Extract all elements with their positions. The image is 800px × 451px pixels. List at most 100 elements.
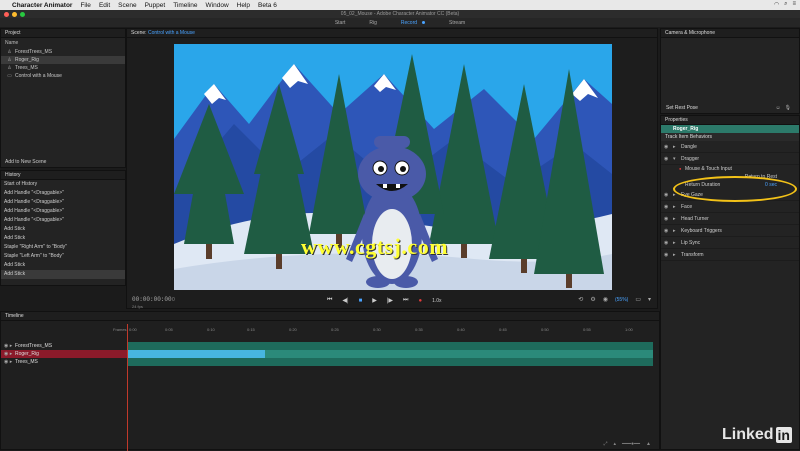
timeline-track[interactable]: ◉ ▸ Trees_MS bbox=[1, 358, 127, 366]
loop-icon[interactable]: ⟲ bbox=[578, 296, 583, 303]
preview-icon[interactable]: ◉ bbox=[603, 296, 608, 303]
project-item[interactable]: ▭ Control with a Mouse bbox=[1, 72, 125, 80]
eye-icon[interactable]: ◉ bbox=[664, 189, 668, 201]
behavior-transform[interactable]: ◉ ▸ Transform bbox=[661, 249, 799, 261]
playhead[interactable] bbox=[127, 324, 128, 451]
history-item[interactable]: Start of History bbox=[1, 180, 125, 189]
eye-icon[interactable]: ◉ ▸ bbox=[4, 358, 12, 366]
search-icon[interactable]: ⌕ bbox=[784, 1, 787, 8]
history-item[interactable]: Add Stick bbox=[1, 225, 125, 234]
project-name-column[interactable]: Name bbox=[1, 38, 125, 48]
add-to-new-scene-button[interactable]: Add to New Scene bbox=[5, 159, 46, 165]
history-item[interactable]: Add Stick bbox=[1, 270, 125, 279]
menu-beta[interactable]: Beta 6 bbox=[258, 2, 277, 9]
playback-speed[interactable]: 1.0x bbox=[432, 298, 441, 304]
timecode[interactable]: 00:00:00:00 bbox=[132, 296, 172, 303]
wifi-icon[interactable]: ◠ bbox=[774, 1, 779, 8]
eye-icon[interactable]: ◉ bbox=[664, 213, 668, 225]
chevron-right-icon[interactable]: ▸ bbox=[673, 141, 676, 153]
menu-file[interactable]: File bbox=[80, 2, 90, 9]
history-item[interactable]: Staple "Left Arm" to "Body" bbox=[1, 252, 125, 261]
set-rest-pose-button[interactable]: Set Rest Pose bbox=[666, 105, 698, 111]
eye-icon[interactable]: ◉ ▸ bbox=[4, 350, 12, 358]
eye-icon[interactable]: ◉ bbox=[664, 249, 668, 261]
eye-icon[interactable]: ◉ ▸ bbox=[4, 342, 12, 350]
chevron-right-icon[interactable]: ▸ bbox=[673, 225, 676, 237]
stop-icon[interactable]: ■ bbox=[359, 298, 363, 304]
chevron-right-icon[interactable]: ▸ bbox=[673, 213, 676, 225]
chevron-right-icon[interactable]: ▸ bbox=[673, 249, 676, 261]
tree-trunk bbox=[566, 274, 572, 288]
timeline-ruler[interactable]: Frames 0:00 0:05 0:10 0:15 0:20 0:25 0:3… bbox=[113, 324, 653, 336]
behavior-dragger[interactable]: ◉ ▾ Dragger bbox=[661, 153, 799, 165]
close-window-icon[interactable] bbox=[4, 11, 9, 17]
track-bar[interactable] bbox=[265, 350, 653, 358]
list-icon[interactable]: ≡ bbox=[792, 1, 796, 8]
timeline-track[interactable]: ◉ ▸ ForestTrees_MS bbox=[1, 342, 127, 350]
history-item[interactable]: Add Stick bbox=[1, 261, 125, 270]
track-bar-selected[interactable] bbox=[127, 350, 265, 358]
dropdown-arrow-icon[interactable]: ▾ bbox=[648, 296, 651, 303]
eye-icon[interactable]: ◉ bbox=[664, 141, 668, 153]
history-item[interactable]: Staple "Right Arm" to "Body" bbox=[1, 243, 125, 252]
go-to-end-icon[interactable]: ⏭ bbox=[403, 297, 408, 304]
eye-icon[interactable]: ◉ bbox=[664, 237, 668, 249]
step-forward-icon[interactable]: |▶ bbox=[387, 297, 393, 304]
linkedin-logo-in: in bbox=[775, 427, 792, 443]
mode-start[interactable]: Start bbox=[323, 20, 358, 26]
menu-window[interactable]: Window bbox=[206, 2, 229, 9]
timeline-panel: Timeline Frames 0:00 0:05 0:10 0:15 0:20… bbox=[0, 311, 660, 451]
zoom-window-icon[interactable] bbox=[20, 11, 25, 17]
mode-record[interactable]: Record bbox=[389, 20, 437, 26]
track-bar[interactable] bbox=[127, 342, 653, 350]
go-to-start-icon[interactable]: ⏮ bbox=[327, 297, 332, 304]
history-item[interactable]: Add Stick bbox=[1, 234, 125, 243]
behavior-face[interactable]: ◉ ▸ Face bbox=[661, 201, 799, 213]
fit-icon[interactable]: ⤢ bbox=[603, 441, 607, 447]
history-item[interactable]: Add Handle "<Draggable>" bbox=[1, 198, 125, 207]
menu-edit[interactable]: Edit bbox=[99, 2, 110, 9]
camera-icon[interactable]: ☺ bbox=[776, 105, 781, 111]
zoom-in-icon[interactable]: ▲ bbox=[646, 441, 651, 447]
zoom-out-icon[interactable]: ▴ bbox=[613, 441, 616, 447]
track-item-behaviors-header[interactable]: Track Item Behaviors bbox=[661, 133, 799, 141]
menu-app[interactable]: Character Animator bbox=[12, 2, 72, 9]
behavior-dangle[interactable]: ◉ ▸ Dangle bbox=[661, 141, 799, 153]
project-item[interactable]: ♙ Roger_Rig bbox=[1, 56, 125, 64]
timeline-track[interactable]: ◉ ▸ Roger_Rig bbox=[1, 350, 127, 358]
history-item[interactable]: Add Handle "<Draggable>" bbox=[1, 189, 125, 198]
zoom-level[interactable]: (55%) bbox=[615, 297, 628, 303]
behavior-lip-sync[interactable]: ◉ ▸ Lip Sync bbox=[661, 237, 799, 249]
menu-scene[interactable]: Scene bbox=[118, 2, 136, 9]
play-icon[interactable]: ▶ bbox=[372, 297, 377, 304]
puppet-left-foot bbox=[366, 276, 390, 288]
rig-name-bar[interactable]: Roger_Rig bbox=[661, 125, 799, 133]
history-item[interactable]: Add Handle "<Draggable>" bbox=[1, 216, 125, 225]
chevron-right-icon[interactable]: ▸ bbox=[673, 201, 676, 213]
behavior-keyboard-triggers[interactable]: ◉ ▸ Keyboard Triggers bbox=[661, 225, 799, 237]
mode-rig[interactable]: Rig bbox=[357, 20, 389, 26]
menu-puppet[interactable]: Puppet bbox=[145, 2, 166, 9]
project-item[interactable]: ♙ Trees_MS bbox=[1, 64, 125, 72]
chevron-right-icon[interactable]: ▸ bbox=[673, 237, 676, 249]
eye-icon[interactable]: ◉ bbox=[664, 225, 668, 237]
mode-stream[interactable]: Stream bbox=[437, 20, 477, 26]
record-icon[interactable]: ● bbox=[418, 298, 422, 304]
history-item[interactable]: Add Handle "<Draggable>" bbox=[1, 207, 125, 216]
track-bar[interactable] bbox=[127, 358, 653, 366]
settings-icon[interactable]: ⚙ bbox=[590, 296, 595, 303]
eye-icon[interactable]: ◉ bbox=[664, 201, 668, 213]
dragger-mouse-input[interactable]: ● Mouse & Touch Input bbox=[661, 165, 799, 173]
step-back-icon[interactable]: ◀| bbox=[342, 297, 348, 304]
monitor-icon[interactable]: ▭ bbox=[635, 296, 641, 303]
minimize-window-icon[interactable] bbox=[12, 11, 17, 17]
menu-timeline[interactable]: Timeline bbox=[173, 2, 197, 9]
scene-title-name: Control with a Mouse bbox=[147, 30, 195, 36]
zoom-slider[interactable]: ━━━●━━ bbox=[622, 441, 640, 447]
menu-help[interactable]: Help bbox=[237, 2, 250, 9]
microphone-icon[interactable]: 🎙 bbox=[785, 105, 791, 111]
eye-icon[interactable]: ◉ bbox=[664, 153, 668, 165]
project-item[interactable]: ♙ ForestTrees_MS bbox=[1, 48, 125, 56]
chevron-down-icon[interactable]: ▾ bbox=[673, 153, 676, 165]
behavior-head-turner[interactable]: ◉ ▸ Head Turner bbox=[661, 213, 799, 225]
